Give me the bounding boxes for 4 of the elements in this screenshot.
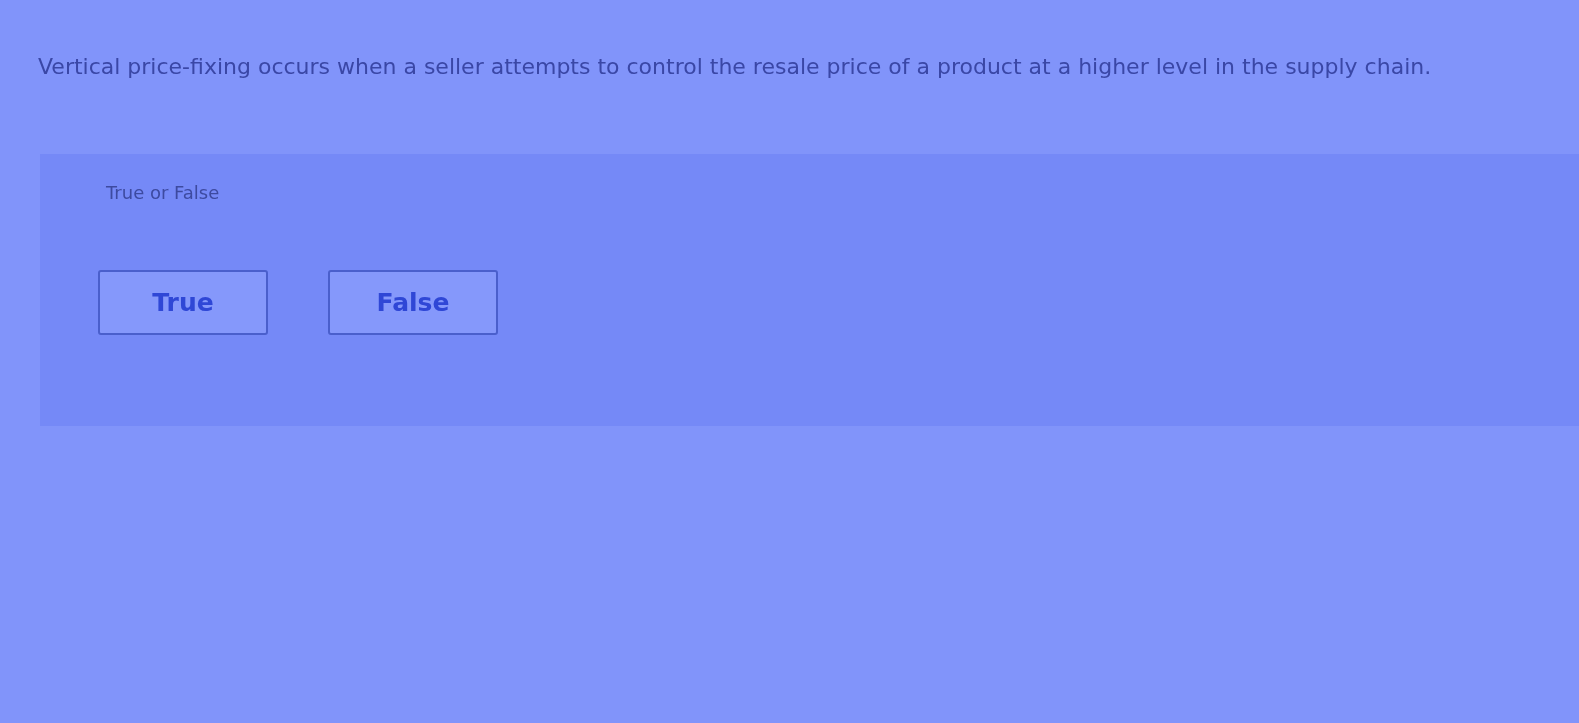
answer-type-label: True or False [106, 181, 220, 205]
answer-button[interactable]: True [98, 270, 268, 335]
question-text: Vertical price-fixing occurs when a seller attempts to control the resale price of a product at a higher level in the supply chain. [38, 53, 1432, 81]
answer-button[interactable]: False [328, 270, 498, 335]
